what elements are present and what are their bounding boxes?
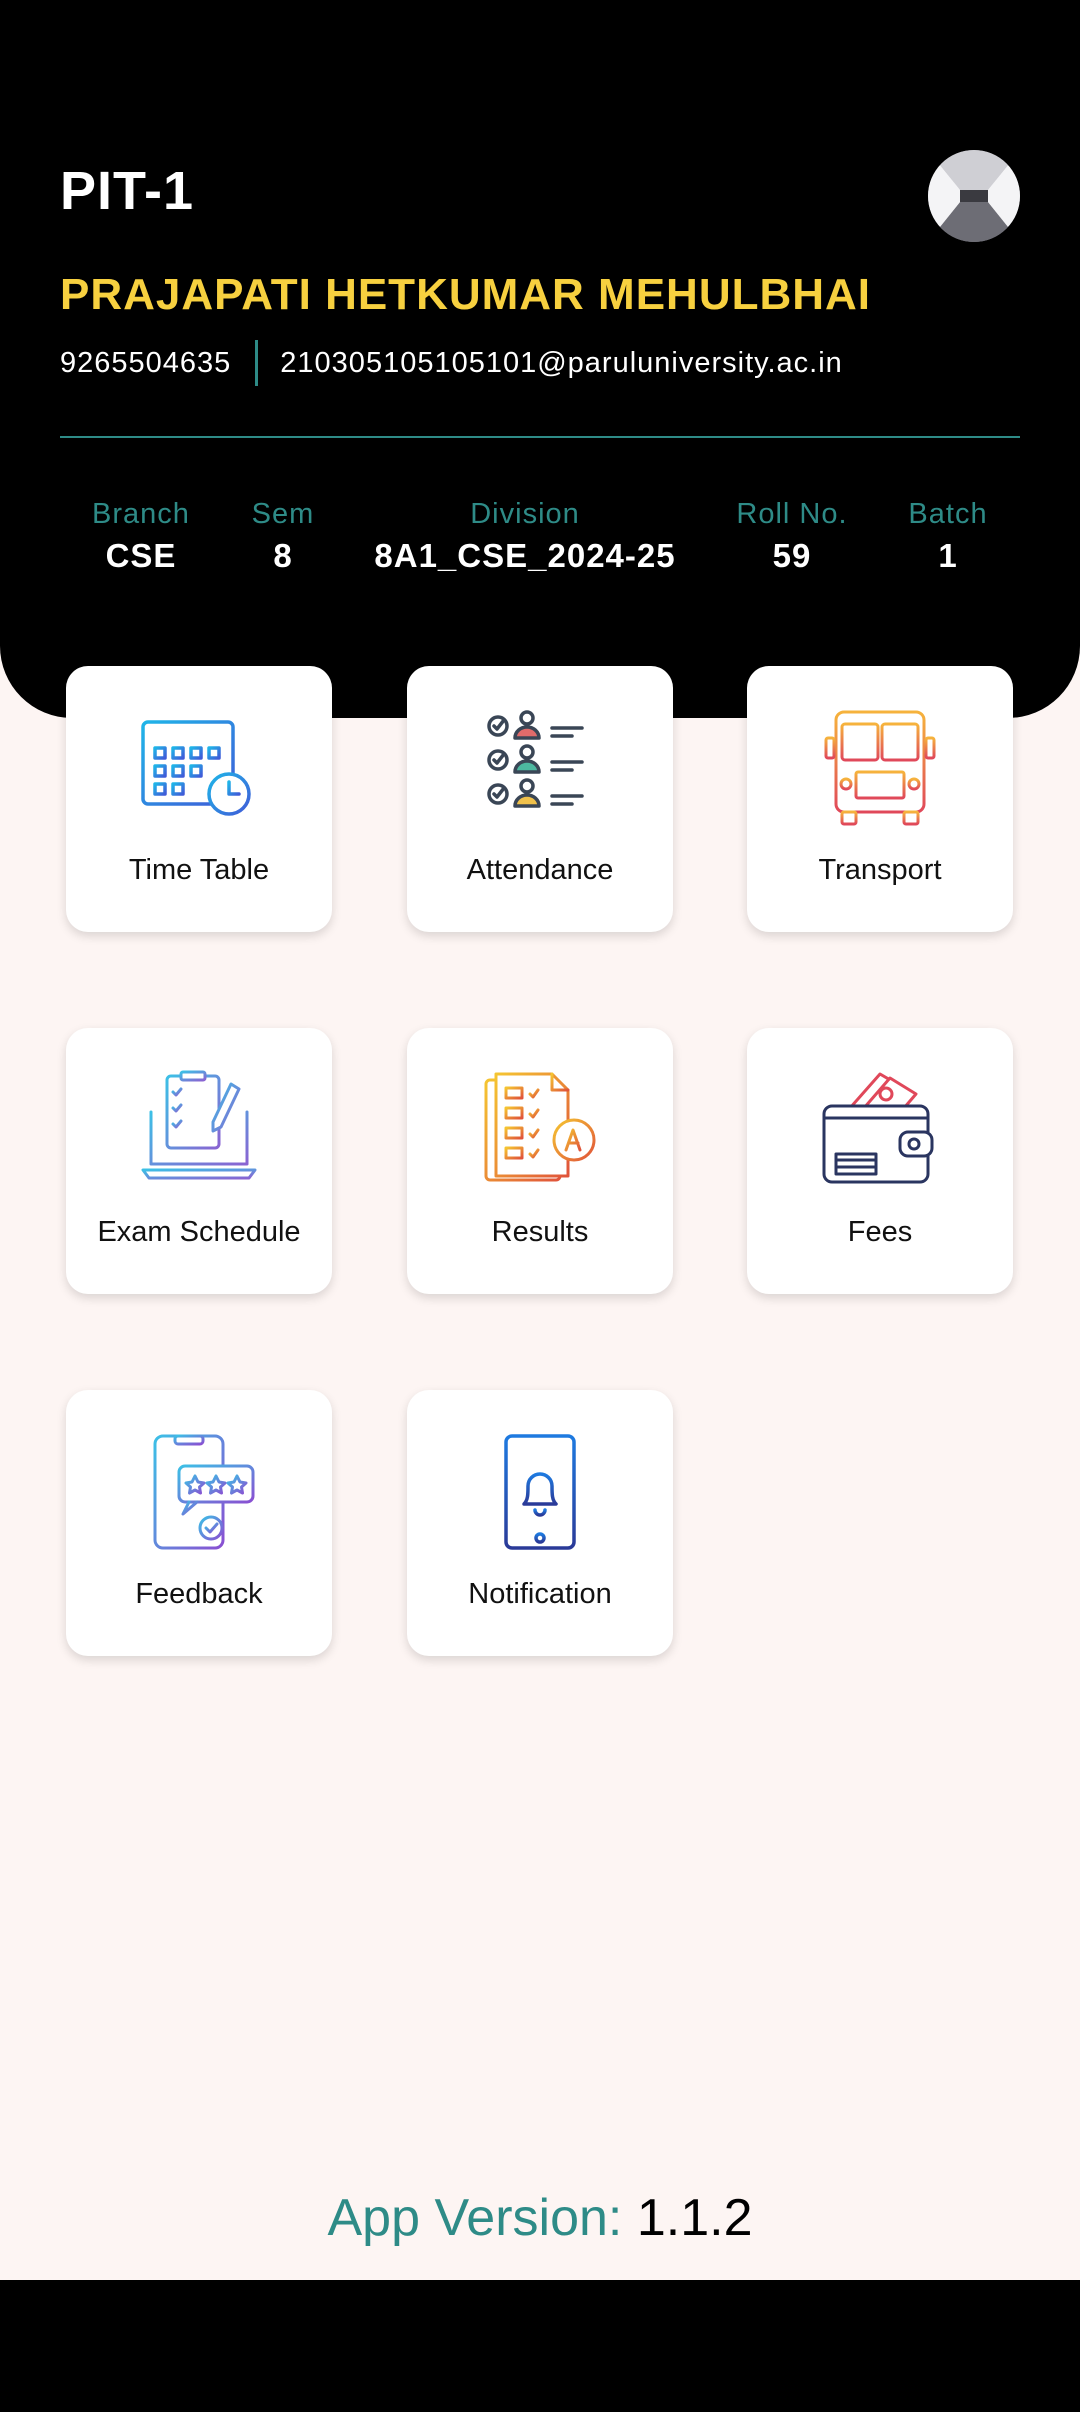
header-divider bbox=[60, 436, 1020, 438]
avatar[interactable] bbox=[928, 150, 1020, 242]
attendance-label: Attendance bbox=[466, 854, 614, 886]
feedback-tile[interactable]: Feedback bbox=[66, 1390, 332, 1656]
transport-tile[interactable]: Transport bbox=[747, 666, 1013, 932]
info-branch: Branch CSE bbox=[92, 498, 190, 575]
fees-tile[interactable]: Fees bbox=[747, 1028, 1013, 1294]
app-version-number: 1.1.2 bbox=[636, 2189, 753, 2247]
fees-label: Fees bbox=[847, 1216, 913, 1248]
info-batch: Batch 1 bbox=[908, 498, 987, 575]
phone-bell-icon bbox=[480, 1432, 600, 1552]
time-table-label: Time Table bbox=[128, 854, 270, 886]
bus-icon bbox=[820, 708, 940, 828]
branch-label: Branch bbox=[92, 498, 190, 530]
app-version-label: App Version: bbox=[327, 2189, 623, 2247]
transport-label: Transport bbox=[818, 854, 942, 886]
info-division: Division 8A1_CSE_2024-25 bbox=[374, 498, 675, 575]
attendance-tile[interactable]: Attendance bbox=[407, 666, 673, 932]
division-value: 8A1_CSE_2024-25 bbox=[374, 537, 676, 574]
batch-value: 1 bbox=[938, 537, 958, 574]
phone-number: 9265504635 bbox=[60, 346, 232, 379]
roll-label: Roll No. bbox=[736, 498, 848, 530]
profile-header: PIT-1 PRAJAPATI HETKUMAR MEHULBHAI 92655… bbox=[0, 0, 1080, 718]
attendance-checklist-icon bbox=[480, 708, 600, 828]
grade-report-icon bbox=[480, 1070, 600, 1190]
batch-label: Batch bbox=[908, 498, 988, 530]
rating-feedback-icon bbox=[139, 1432, 259, 1552]
sem-label: Sem bbox=[251, 498, 315, 530]
email-address: 210305105105101@paruluniversity.ac.in bbox=[280, 346, 843, 379]
sem-value: 8 bbox=[273, 537, 293, 574]
laptop-checklist-icon bbox=[139, 1070, 259, 1190]
exam-schedule-tile[interactable]: Exam Schedule bbox=[66, 1028, 332, 1294]
notification-tile[interactable]: Notification bbox=[407, 1390, 673, 1656]
notification-label: Notification bbox=[468, 1578, 612, 1610]
contact-divider bbox=[255, 340, 259, 386]
profile-photo-icon bbox=[928, 150, 1020, 242]
division-label: Division bbox=[470, 498, 580, 530]
app-title: PIT-1 bbox=[60, 161, 195, 221]
roll-value: 59 bbox=[772, 537, 812, 574]
calendar-clock-icon bbox=[139, 708, 259, 828]
info-roll: Roll No. 59 bbox=[736, 498, 847, 575]
system-navigation-bar bbox=[0, 2280, 1080, 2412]
results-label: Results bbox=[491, 1216, 589, 1248]
contact-row: 9265504635 210305105105101@paruluniversi… bbox=[60, 338, 843, 388]
branch-value: CSE bbox=[105, 537, 177, 574]
wallet-icon bbox=[820, 1070, 940, 1190]
feedback-label: Feedback bbox=[135, 1578, 263, 1610]
app-version: App Version: 1.1.2 bbox=[0, 2188, 1080, 2248]
exam-schedule-label: Exam Schedule bbox=[97, 1216, 301, 1248]
time-table-tile[interactable]: Time Table bbox=[66, 666, 332, 932]
info-sem: Sem 8 bbox=[252, 498, 315, 575]
student-name: PRAJAPATI HETKUMAR MEHULBHAI bbox=[60, 270, 872, 319]
results-tile[interactable]: Results bbox=[407, 1028, 673, 1294]
